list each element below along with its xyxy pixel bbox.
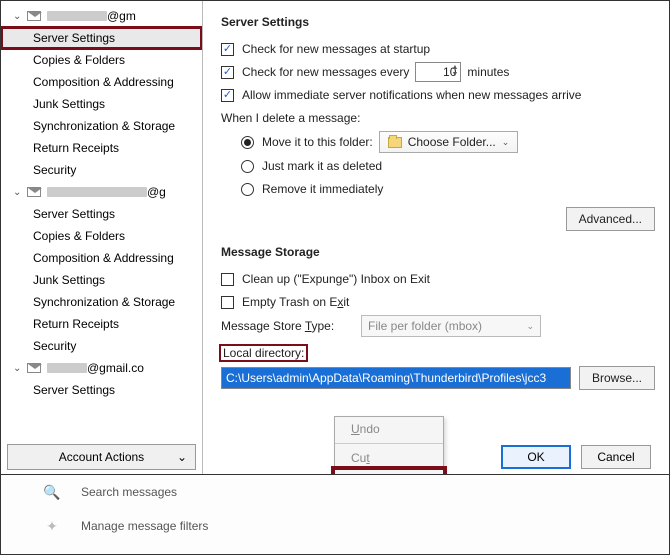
label: Move it to this folder: <box>262 135 373 149</box>
store-type-row: Message Store Type: File per folder (mbo… <box>221 315 655 337</box>
message-storage-heading: Message Storage <box>221 245 655 259</box>
separator <box>335 443 443 444</box>
sidebar-item-server-settings[interactable]: Server Settings <box>1 203 202 225</box>
allow-notify-row[interactable]: ✓ Allow immediate server notifications w… <box>221 85 655 105</box>
radio-remove-row[interactable]: Remove it immediately <box>241 179 655 199</box>
sidebar-item-composition[interactable]: Composition & Addressing <box>1 247 202 269</box>
cancel-button[interactable]: Cancel <box>581 445 651 469</box>
label: Clean up ("Expunge") Inbox on Exit <box>242 272 430 286</box>
clean-row[interactable]: Clean up ("Expunge") Inbox on Exit <box>221 269 655 289</box>
search-icon: 🔍 <box>41 484 63 500</box>
account-tree: ⌄ @gm Server Settings Copies & Folders C… <box>1 1 202 438</box>
redacted <box>47 11 107 21</box>
account-suffix: @g <box>147 185 166 199</box>
sidebar-item-copies-folders[interactable]: Copies & Folders <box>1 225 202 247</box>
redacted <box>47 187 147 197</box>
checkbox-checked-icon[interactable]: ✓ <box>221 89 234 102</box>
dialog-buttons: OK Cancel <box>501 445 651 469</box>
label: Search messages <box>81 485 177 499</box>
advanced-button[interactable]: Advanced... <box>566 207 655 231</box>
server-settings-heading: Server Settings <box>221 15 655 29</box>
sidebar-item-junk[interactable]: Junk Settings <box>1 93 202 115</box>
browse-button[interactable]: Browse... <box>579 366 655 390</box>
local-dir-row: C:\Users\admin\AppData\Roaming\Thunderbi… <box>221 366 655 390</box>
sidebar-item-server-settings[interactable]: Server Settings <box>1 379 202 401</box>
local-dir-label-row: Local directory: <box>221 343 655 363</box>
label: Remove it immediately <box>262 182 383 196</box>
background-window: 🔍 Search messages ✦ Manage message filte… <box>1 474 669 554</box>
content-pane: Server Settings ✓ Check for new messages… <box>203 1 669 476</box>
label: Manage message filters <box>81 519 208 533</box>
chevron-down-icon: ⌄ <box>177 450 187 464</box>
radio-unchecked-icon[interactable] <box>241 160 254 173</box>
checkbox-checked-icon[interactable]: ✓ <box>221 43 234 56</box>
sidebar: ⌄ @gm Server Settings Copies & Folders C… <box>1 1 203 476</box>
context-cut[interactable]: Cut <box>335 446 443 470</box>
sidebar-item-receipts[interactable]: Return Receipts <box>1 137 202 159</box>
ok-button[interactable]: OK <box>501 445 571 469</box>
redacted <box>47 363 87 373</box>
label: Check for new messages every <box>242 65 409 79</box>
chevron-down-icon: ⌄ <box>13 363 23 374</box>
account-2[interactable]: ⌄ @g <box>1 181 202 203</box>
sidebar-item-composition[interactable]: Composition & Addressing <box>1 71 202 93</box>
radio-unchecked-icon[interactable] <box>241 183 254 196</box>
checkbox-checked-icon[interactable]: ✓ <box>221 66 234 79</box>
empty-trash-row[interactable]: Empty Trash on Exit <box>221 292 655 312</box>
label: Message Store Type: <box>221 319 361 333</box>
radio-checked-icon[interactable] <box>241 136 254 149</box>
check-startup-row[interactable]: ✓ Check for new messages at startup <box>221 39 655 59</box>
search-messages-row[interactable]: 🔍 Search messages <box>1 475 669 509</box>
sidebar-item-junk[interactable]: Junk Settings <box>1 269 202 291</box>
folder-icon <box>388 137 402 148</box>
check-every-row: ✓ Check for new messages every 10 ▲▼ min… <box>221 62 655 82</box>
local-directory-input[interactable]: C:\Users\admin\AppData\Roaming\Thunderbi… <box>221 367 571 389</box>
mail-icon <box>27 363 41 373</box>
label: Check for new messages at startup <box>242 42 430 56</box>
chevron-down-icon: ⌄ <box>13 187 23 198</box>
label: Empty Trash on Exit <box>242 295 349 309</box>
radio-move-row[interactable]: Move it to this folder: Choose Folder...… <box>241 131 655 153</box>
account-actions-button[interactable]: Account Actions ⌄ <box>7 444 196 470</box>
radio-mark-row[interactable]: Just mark it as deleted <box>241 156 655 176</box>
sidebar-item-security[interactable]: Security <box>1 159 202 181</box>
chevron-down-icon: ⌄ <box>13 11 23 22</box>
mail-icon <box>27 187 41 197</box>
account-1[interactable]: ⌄ @gm <box>1 5 202 27</box>
account-3[interactable]: ⌄ @gmail.co <box>1 357 202 379</box>
checkbox-unchecked-icon[interactable] <box>221 273 234 286</box>
filter-icon: ✦ <box>41 518 63 534</box>
account-settings-dialog: ⌄ @gm Server Settings Copies & Folders C… <box>0 0 670 555</box>
spinner-arrows-icon[interactable]: ▲▼ <box>451 64 458 78</box>
manage-filters-row[interactable]: ✦ Manage message filters <box>1 509 669 543</box>
sidebar-item-sync[interactable]: Synchronization & Storage <box>1 115 202 137</box>
label: minutes <box>467 65 509 79</box>
check-interval-input[interactable]: 10 ▲▼ <box>415 62 461 82</box>
sidebar-item-receipts[interactable]: Return Receipts <box>1 313 202 335</box>
sidebar-item-sync[interactable]: Synchronization & Storage <box>1 291 202 313</box>
sidebar-item-security[interactable]: Security <box>1 335 202 357</box>
account-actions-label: Account Actions <box>59 450 144 464</box>
delete-label: When I delete a message: <box>221 108 655 128</box>
choose-folder-button[interactable]: Choose Folder... ⌄ <box>379 131 519 153</box>
label: Just mark it as deleted <box>262 159 382 173</box>
checkbox-unchecked-icon[interactable] <box>221 296 234 309</box>
sidebar-item-copies-folders[interactable]: Copies & Folders <box>1 49 202 71</box>
context-undo[interactable]: Undo <box>335 417 443 441</box>
local-directory-label: Local directory: <box>221 346 306 360</box>
mail-icon <box>27 11 41 21</box>
sidebar-item-server-settings[interactable]: Server Settings <box>1 27 202 49</box>
account-suffix: @gmail.co <box>87 361 144 375</box>
store-type-select[interactable]: File per folder (mbox) ⌄ <box>361 315 541 337</box>
account-suffix: @gm <box>107 9 136 23</box>
label: Allow immediate server notifications whe… <box>242 88 581 102</box>
chevron-down-icon: ⌄ <box>526 321 534 332</box>
chevron-down-icon: ⌄ <box>502 137 510 148</box>
main-area: ⌄ @gm Server Settings Copies & Folders C… <box>1 1 669 476</box>
